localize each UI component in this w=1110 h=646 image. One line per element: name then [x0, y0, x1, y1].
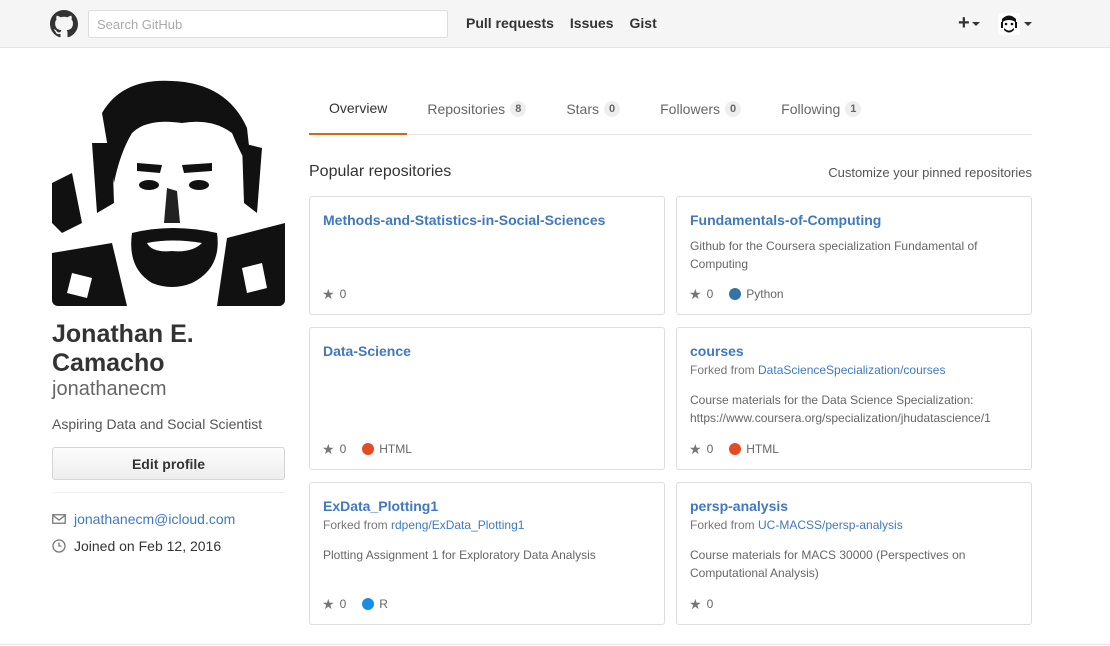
repo-name-link[interactable]: persp-analysis: [690, 498, 788, 514]
profile-bio: Aspiring Data and Social Scientist: [52, 416, 263, 432]
repo-name-link[interactable]: Data-Science: [323, 343, 411, 359]
profile-email-link[interactable]: jonathanecm@icloud.com: [74, 511, 235, 527]
forked-from-link[interactable]: DataScienceSpecialization/courses: [758, 363, 945, 377]
tab-repositories[interactable]: Repositories 8: [407, 82, 546, 135]
repo-star-count[interactable]: 0: [340, 597, 347, 611]
repo-name-link[interactable]: ExData_Plotting1: [323, 498, 438, 514]
repo-star-count[interactable]: 0: [340, 442, 347, 456]
repo-card: Fundamentals-of-Computing Github for the…: [676, 196, 1032, 315]
search-input[interactable]: [88, 10, 448, 38]
profile-avatar[interactable]: [52, 73, 285, 306]
forked-from-line: Forked from rdpeng/ExData_Plotting1: [323, 518, 524, 532]
star-icon: ★: [322, 596, 335, 612]
forked-from-link[interactable]: UC-MACSS/persp-analysis: [758, 518, 903, 532]
tab-counter: 1: [845, 100, 862, 117]
language-color-dot: [362, 598, 375, 610]
repo-name-link[interactable]: Methods-and-Statistics-in-Social-Science…: [323, 212, 605, 228]
forked-from-label: Forked from: [690, 518, 759, 532]
customize-pinned-link[interactable]: Customize your pinned repositories: [828, 165, 1032, 180]
repo-language: Python: [746, 287, 784, 301]
clock-icon: [52, 539, 66, 553]
popular-repos-title: Popular repositories: [309, 163, 452, 180]
repo-card: courses Forked from DataScienceSpecializ…: [676, 327, 1032, 470]
forked-from-label: Forked from: [690, 363, 759, 377]
tab-followers[interactable]: Followers 0: [640, 82, 761, 135]
tab-overview[interactable]: Overview: [309, 82, 408, 135]
tab-label: Repositories: [427, 100, 506, 117]
repo-card: Data-Science ★ 0 HTML: [309, 327, 665, 470]
chevron-down-icon: [1024, 22, 1032, 26]
tab-following[interactable]: Following 1: [761, 82, 881, 135]
repo-card: ExData_Plotting1 Forked from rdpeng/ExDa…: [309, 482, 665, 625]
repo-meta: ★ 0 Python: [689, 287, 784, 301]
repo-name-link[interactable]: Fundamentals-of-Computing: [690, 212, 881, 228]
tab-label: Following: [781, 100, 841, 117]
repo-language: HTML: [379, 442, 412, 456]
repo-star-count[interactable]: 0: [707, 442, 714, 456]
divider: [52, 492, 285, 493]
repo-star-count[interactable]: 0: [707, 287, 714, 301]
language-color-dot: [362, 443, 375, 455]
github-logo-icon[interactable]: [50, 10, 78, 38]
plus-icon: +: [958, 12, 970, 34]
nav-gist[interactable]: Gist: [630, 15, 657, 31]
profile-tabs: Overview Repositories 8 Stars 0 Follower…: [309, 82, 1032, 135]
tab-stars[interactable]: Stars 0: [546, 82, 640, 135]
user-avatar-small: [998, 13, 1020, 35]
star-icon: ★: [689, 441, 702, 457]
profile-joined-row: Joined on Feb 12, 2016: [52, 538, 221, 554]
repo-meta: ★ 0: [322, 287, 346, 301]
tab-label: Stars: [566, 100, 599, 117]
repo-description: Plotting Assignment 1 for Exploratory Da…: [323, 548, 596, 562]
tab-counter: 8: [510, 100, 527, 117]
profile-name-line2: Camacho: [52, 349, 165, 377]
tab-label: Followers: [660, 100, 721, 117]
language-color-dot: [729, 443, 742, 455]
profile-joined-date: Joined on Feb 12, 2016: [74, 538, 222, 554]
forked-from-line: Forked from UC-MACSS/persp-analysis: [690, 518, 903, 532]
profile-name-line1: Jonathan E.: [52, 320, 194, 348]
footer-divider: [0, 644, 1110, 645]
repo-meta: ★ 0 HTML: [322, 442, 412, 456]
repo-star-count[interactable]: 0: [707, 597, 714, 611]
repo-language: HTML: [746, 442, 779, 456]
nav-issues[interactable]: Issues: [570, 15, 614, 31]
profile-fullname: Jonathan E. Camacho: [52, 320, 292, 378]
tab-counter: 0: [604, 100, 621, 117]
repo-description: Github for the Coursera specialization F…: [690, 239, 978, 271]
top-header: Pull requests Issues Gist +: [0, 0, 1110, 48]
chevron-down-icon: [971, 21, 980, 26]
forked-from-label: Forked from: [323, 518, 392, 532]
star-icon: ★: [322, 441, 335, 457]
forked-from-link[interactable]: rdpeng/ExData_Plotting1: [391, 518, 524, 532]
star-icon: ★: [689, 596, 702, 612]
profile-email-row: jonathanecm@icloud.com: [52, 511, 235, 527]
tab-counter: 0: [725, 100, 742, 117]
edit-profile-button[interactable]: Edit profile: [52, 447, 285, 480]
repo-name-link[interactable]: courses: [690, 343, 744, 359]
user-menu-button[interactable]: [998, 13, 1032, 35]
forked-from-line: Forked from DataScienceSpecialization/co…: [690, 363, 945, 377]
mail-icon: [52, 514, 66, 524]
repo-card: persp-analysis Forked from UC-MACSS/pers…: [676, 482, 1032, 625]
create-new-button[interactable]: +: [958, 12, 980, 34]
star-icon: ★: [689, 286, 702, 302]
header-nav: Pull requests Issues Gist: [466, 15, 657, 31]
repo-language: R: [379, 597, 388, 611]
profile-username: jonathanecm: [52, 378, 167, 400]
repo-meta: ★ 0: [689, 597, 713, 611]
repo-meta: ★ 0 HTML: [689, 442, 779, 456]
repo-meta: ★ 0 R: [322, 597, 388, 611]
tab-label: Overview: [329, 99, 388, 116]
nav-pull-requests[interactable]: Pull requests: [466, 15, 554, 31]
language-color-dot: [729, 288, 742, 300]
repo-card: Methods-and-Statistics-in-Social-Science…: [309, 196, 665, 315]
repo-star-count[interactable]: 0: [340, 287, 347, 301]
repo-description: Course materials for the Data Science Sp…: [690, 393, 991, 425]
star-icon: ★: [322, 286, 335, 302]
repo-description: Course materials for MACS 30000 (Perspec…: [690, 548, 966, 580]
